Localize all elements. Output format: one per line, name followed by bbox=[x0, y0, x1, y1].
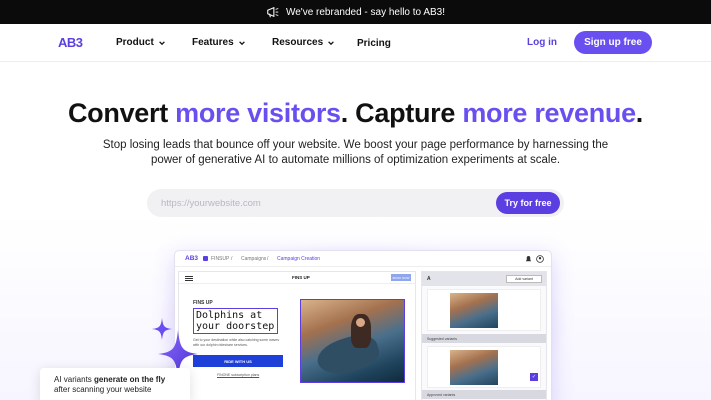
chevron-down-icon bbox=[158, 40, 165, 45]
chevron-down-icon bbox=[238, 40, 245, 45]
preview-title: Dolphins at your doorstep bbox=[193, 308, 278, 334]
website-url-input[interactable] bbox=[161, 195, 481, 211]
menu-icon bbox=[185, 276, 193, 281]
dolphin-image bbox=[300, 299, 405, 383]
top-navigation: AB3 Product Features Resources Pricing L… bbox=[0, 24, 711, 62]
crumb-separator: / bbox=[231, 256, 233, 262]
book-now-button: BOOK NOW bbox=[391, 274, 411, 281]
logo[interactable]: AB3 bbox=[58, 35, 83, 50]
nav-product-label: Product bbox=[116, 37, 154, 48]
subscription-link: FINONE subscription plans bbox=[217, 373, 260, 377]
variants-panel: A Add variant Suggested variants ✓ Appro… bbox=[421, 271, 547, 400]
approved-variants-bar: Approved variants bbox=[422, 390, 546, 399]
nav-pricing-label: Pricing bbox=[357, 38, 391, 49]
announcement-bar: We've rebranded - say hello to AB3! bbox=[0, 0, 711, 24]
crumb-campaigns: Campaigns bbox=[241, 256, 267, 262]
variant-group-label: A bbox=[427, 276, 431, 282]
product-mockup: AB3 FINSUP / Campaigns / Campaign Creati… bbox=[175, 251, 551, 400]
dolphin-shape bbox=[313, 329, 383, 381]
tooltip-text-bold: generate on the fly bbox=[94, 375, 166, 384]
signup-button[interactable]: Sign up free bbox=[574, 31, 652, 54]
headline-accent-1: more visitors bbox=[175, 98, 341, 128]
workspace-icon bbox=[203, 256, 208, 261]
nav-pricing[interactable]: Pricing bbox=[357, 38, 391, 49]
crumb-workspace: FINSUP bbox=[211, 256, 230, 262]
mockup-logo: AB3 bbox=[185, 255, 199, 262]
variants-header: A Add variant bbox=[422, 272, 546, 286]
preview-brand: FINS UP bbox=[292, 275, 310, 280]
megaphone-icon bbox=[267, 6, 279, 18]
nav-features-label: Features bbox=[192, 37, 234, 48]
variant-card bbox=[427, 289, 541, 331]
login-link[interactable]: Log in bbox=[527, 37, 557, 48]
announcement-text[interactable]: We've rebranded - say hello to AB3! bbox=[286, 7, 445, 18]
user-icon bbox=[536, 255, 544, 263]
ride-with-us-button: RIDE WITH US bbox=[193, 355, 283, 367]
approve-check-icon: ✓ bbox=[530, 373, 538, 381]
hero-subtitle: Stop losing leads that bounce off your w… bbox=[102, 139, 609, 166]
suggested-variants-bar: Suggested variants bbox=[422, 334, 546, 343]
crumb-campaign-creation: Campaign Creation bbox=[277, 256, 321, 262]
preview-description: Get to your destination while also catch… bbox=[193, 338, 279, 347]
headline-part-3: . bbox=[635, 98, 644, 128]
mockup-topbar: AB3 FINSUP / Campaigns / Campaign Creati… bbox=[175, 251, 551, 267]
hero-headline: Convert more visitors. Capture more reve… bbox=[0, 98, 711, 129]
try-for-free-button[interactable]: Try for free bbox=[496, 192, 560, 214]
headline-part-1: Convert bbox=[67, 98, 176, 128]
bell-icon bbox=[525, 255, 532, 262]
headline-part-2: . Capture bbox=[340, 98, 463, 128]
crumb-separator: / bbox=[267, 256, 269, 262]
nav-features[interactable]: Features bbox=[192, 37, 246, 48]
add-variant-button: Add variant bbox=[506, 275, 542, 283]
preview-header: FINS UP BOOK NOW bbox=[179, 272, 415, 284]
nav-product[interactable]: Product bbox=[116, 37, 166, 48]
nav-resources-label: Resources bbox=[272, 37, 324, 48]
url-form: Try for free bbox=[147, 189, 564, 217]
nav-resources[interactable]: Resources bbox=[272, 37, 335, 48]
preview-eyebrow: FINS UP bbox=[193, 300, 213, 306]
tooltip-text-before: AI variants bbox=[54, 375, 95, 384]
variant-thumbnail bbox=[450, 350, 498, 385]
rider-face bbox=[356, 318, 365, 327]
variant-card bbox=[427, 346, 541, 388]
headline-accent-2: more revenue bbox=[462, 98, 636, 128]
tooltip-text-after: after scanning your website bbox=[54, 385, 152, 394]
variant-thumbnail bbox=[450, 293, 498, 328]
ai-variants-tooltip: AI variants generate on the fly after sc… bbox=[40, 368, 190, 400]
chevron-down-icon bbox=[328, 40, 334, 45]
page-preview: FINS UP BOOK NOW FINS UP Dolphins at you… bbox=[178, 271, 416, 400]
